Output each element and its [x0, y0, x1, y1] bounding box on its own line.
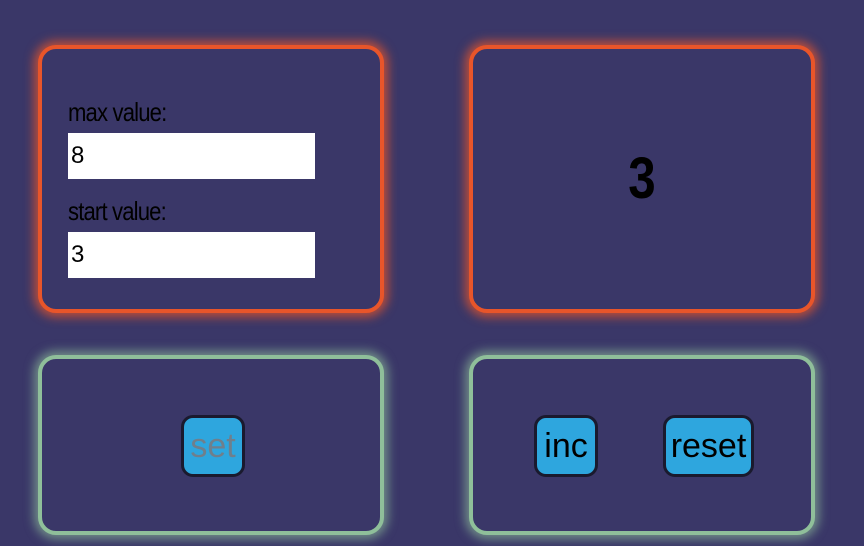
max-value-label: max value: [68, 97, 167, 127]
counter-app: max value: start value: 3 set inc reset [0, 0, 864, 546]
max-value-input[interactable] [68, 133, 315, 179]
settings-panel: max value: start value: [38, 45, 384, 313]
counter-controls-panel: inc reset [469, 355, 815, 535]
set-button[interactable]: set [181, 415, 245, 477]
counter-display-panel: 3 [469, 45, 815, 313]
start-value-label: start value: [68, 196, 167, 226]
reset-button[interactable]: reset [663, 415, 754, 477]
settings-controls-panel: set [38, 355, 384, 535]
inc-button[interactable]: inc [534, 415, 598, 477]
counter-value: 3 [628, 146, 656, 211]
start-value-input[interactable] [68, 232, 315, 278]
